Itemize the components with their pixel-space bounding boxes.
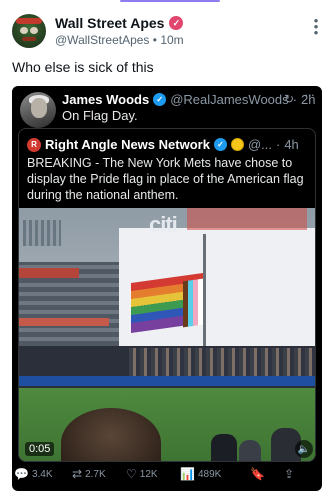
news-logo-icon: R [27,137,41,152]
scoreboard-logo: citi [149,212,178,237]
like-count: 12K [139,468,158,480]
quoted-author-name[interactable]: James Woods [62,92,149,107]
flagpole [203,234,206,354]
quoted-header: James Woods ✓ @RealJamesWoods · 2h [62,92,315,107]
author-name-row: Wall Street Apes ✓ [55,15,184,31]
inner-header: R Right Angle News Network ✓ @... · 4h [27,137,299,152]
bookmark-button[interactable]: 🔖 [250,467,265,481]
refresh-icon[interactable]: ↻ [284,92,294,106]
quoted-post-card[interactable]: James Woods ✓ @RealJamesWoods · 2h ↻ ···… [12,86,322,491]
post-time[interactable]: 10m [160,33,183,47]
share-button[interactable]: ⇪ [284,467,294,481]
more-icon[interactable]: ··· [304,87,315,102]
quoted-avatar[interactable] [20,92,56,128]
views-count: 489K [197,468,222,480]
inner-post-text: BREAKING - The New York Mets have chose … [27,156,304,202]
author-name[interactable]: Wall Street Apes [55,15,164,31]
gold-badge-icon [230,138,244,151]
verified-badge-icon: ✓ [169,16,184,30]
avatar[interactable] [12,14,46,48]
author-meta: @WallStreetApes • 10m [55,33,184,47]
inner-quoted-post[interactable]: R Right Angle News Network ✓ @... · 4h B… [18,128,316,462]
video-player[interactable]: citi 0:05 🔈 [19,208,315,461]
reply-icon: 💬 [14,467,29,481]
reply-button[interactable]: 💬 3.4K [14,467,53,481]
repost-icon: ⇄ [72,467,83,481]
like-button[interactable]: ♡ 12K [126,467,158,481]
repost-count: 2.7K [85,468,106,480]
verified-badge-icon: ✓ [153,93,167,106]
author-handle[interactable]: @WallStreetApes [55,33,149,47]
top-accent-bar [120,0,220,2]
reply-count: 3.4K [31,468,53,480]
video-duration: 0:05 [25,442,55,456]
meta-separator: · [275,137,281,152]
inner-author-name[interactable]: Right Angle News Network [45,137,210,152]
more-icon[interactable]: • • • [310,14,322,39]
quoted-post-text: On Flag Day. [62,108,138,123]
views-icon: 📊 [180,467,195,481]
share-icon: ⇪ [284,467,295,481]
quoted-author-handle[interactable]: @RealJamesWoods [170,92,288,107]
pride-flag-chevron [183,278,203,328]
light-tower [23,220,61,246]
meta-separator: • [152,33,157,47]
crowd [129,348,315,376]
bookmark-icon: 🔖 [250,467,265,481]
like-icon: ♡ [126,467,137,481]
verified-badge-icon: ✓ [213,138,227,151]
mute-icon[interactable]: 🔈 [295,440,313,458]
action-bar: 💬 3.4K ⇄ 2.7K ♡ 12K 📊 489K 🔖 ⇪ [14,467,314,485]
views-button[interactable]: 📊 489K [180,467,221,481]
post-header: Wall Street Apes ✓ @WallStreetApes • 10m… [12,14,322,50]
inner-author-handle[interactable]: @... [248,137,272,152]
repost-button[interactable]: ⇄ 2.7K [72,467,106,481]
inner-post-time[interactable]: 4h [284,137,298,152]
post-text: Who else is sick of this [12,59,154,75]
